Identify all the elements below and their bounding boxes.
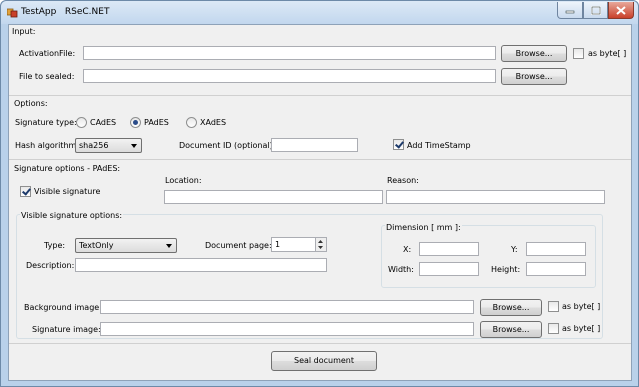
minimize-button[interactable]	[557, 2, 583, 19]
stepper-up-icon[interactable]	[316, 238, 325, 244]
signature-as-byte-checkbox[interactable]	[548, 323, 559, 334]
description-input[interactable]	[75, 258, 327, 272]
dimension-group	[381, 225, 596, 288]
radio-xades-label: XAdES	[200, 118, 227, 127]
visible-signature-options-label: Visible signature options:	[20, 211, 124, 221]
radio-pades[interactable]	[130, 117, 141, 128]
hash-algorithm-select[interactable]: sha256	[75, 138, 142, 153]
signature-image-label: Signature image:	[32, 325, 101, 334]
activation-file-label: ActivationFile:	[19, 49, 76, 58]
hash-algorithm-value: sha256	[79, 141, 109, 150]
stepper-buttons[interactable]	[315, 238, 326, 251]
location-input[interactable]	[164, 190, 383, 204]
minimize-icon	[565, 10, 575, 14]
input-section-label: Input:	[12, 27, 36, 36]
height-label: Height:	[491, 265, 521, 274]
options-separator	[9, 159, 631, 160]
background-image-label: Background image:	[24, 303, 102, 312]
chevron-down-icon	[131, 144, 137, 148]
background-as-byte-checkbox[interactable]	[548, 301, 559, 312]
signature-as-byte-label: as byte[ ]	[562, 324, 601, 333]
radio-xades[interactable]	[186, 117, 197, 128]
width-label: Width:	[388, 265, 414, 274]
y-label: Y:	[511, 245, 518, 254]
reason-input[interactable]	[386, 190, 605, 204]
radio-cades[interactable]	[76, 117, 87, 128]
document-id-input[interactable]	[271, 138, 358, 152]
input-separator	[9, 95, 631, 96]
type-value: TextOnly	[79, 241, 114, 250]
activation-file-browse-button[interactable]: Browse...	[501, 45, 567, 62]
images-separator	[9, 343, 631, 344]
add-timestamp-label: Add TimeStamp	[407, 141, 471, 150]
stepper-down-icon[interactable]	[316, 245, 325, 251]
radio-cades-label: CAdES	[90, 118, 117, 127]
radio-pades-label: PAdES	[144, 118, 169, 127]
app-icon	[7, 8, 18, 18]
file-to-sealed-browse-button[interactable]: Browse...	[501, 68, 567, 85]
description-label: Description:	[26, 261, 75, 270]
y-input[interactable]	[526, 242, 586, 256]
seal-document-button[interactable]: Seal document	[271, 351, 377, 371]
window-title: TestApp RSeC.NET	[21, 7, 110, 17]
chevron-down-icon	[166, 244, 172, 248]
hash-algorithm-label: Hash algorithm:	[15, 141, 80, 150]
close-icon	[616, 5, 626, 15]
app-window: TestApp RSeC.NET Input: ActivationFile: …	[0, 0, 639, 387]
signature-image-input[interactable]	[100, 322, 474, 336]
activation-file-input[interactable]	[83, 46, 496, 60]
type-label: Type:	[44, 241, 66, 250]
signature-type-label: Signature type:	[15, 118, 77, 127]
document-page-stepper[interactable]: 1	[271, 237, 327, 252]
maximize-button[interactable]	[583, 2, 608, 19]
maximize-icon	[590, 5, 601, 15]
signature-image-browse-button[interactable]: Browse...	[480, 321, 542, 338]
x-input[interactable]	[419, 242, 479, 256]
background-image-browse-button[interactable]: Browse...	[480, 299, 542, 316]
location-label: Location:	[165, 176, 202, 185]
reason-label: Reason:	[387, 176, 419, 185]
height-input[interactable]	[526, 262, 586, 276]
close-button[interactable]	[608, 2, 634, 19]
x-label: X:	[403, 245, 412, 254]
background-as-byte-label: as byte[ ]	[562, 302, 601, 311]
type-select[interactable]: TextOnly	[75, 238, 177, 253]
options-section-label: Options:	[14, 99, 48, 108]
activation-as-byte-checkbox[interactable]	[573, 48, 584, 59]
dimension-label: Dimension [ mm ]:	[385, 223, 462, 233]
width-input[interactable]	[419, 262, 479, 276]
signature-options-label: Signature options - PAdES:	[14, 164, 121, 173]
visible-signature-checkbox[interactable]	[20, 186, 31, 197]
document-id-label: Document ID (optional):	[179, 141, 276, 150]
background-image-input[interactable]	[100, 300, 474, 314]
visible-signature-label: Visible signature	[34, 187, 101, 196]
activation-as-byte-label: as byte[ ]	[588, 49, 627, 58]
main-form: Input: ActivationFile: Browse... as byte…	[8, 24, 632, 381]
document-page-value: 1	[275, 240, 281, 249]
file-to-sealed-input[interactable]	[83, 69, 496, 83]
title-bar[interactable]: TestApp RSeC.NET	[1, 1, 638, 24]
file-to-sealed-label: File to sealed:	[19, 72, 75, 81]
add-timestamp-checkbox[interactable]	[393, 139, 404, 150]
document-page-label: Document page:	[205, 241, 272, 250]
